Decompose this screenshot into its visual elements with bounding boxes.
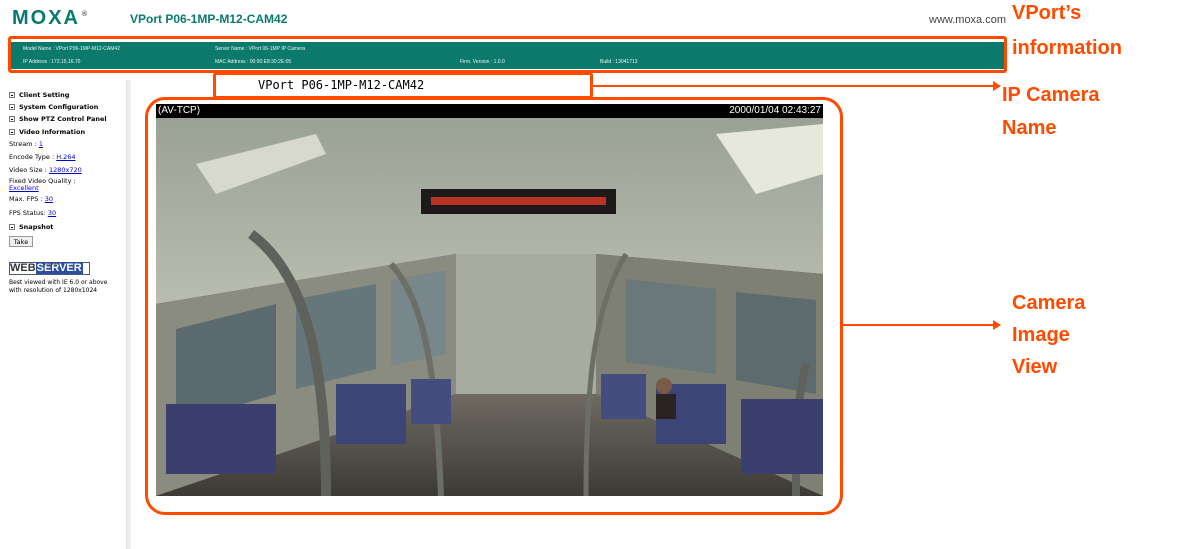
vport-info-highlight — [8, 36, 1007, 73]
camera-name-arrow-head — [993, 81, 1001, 91]
stream-link[interactable]: 1 — [39, 140, 43, 148]
encode-type-link[interactable]: H.264 — [56, 153, 75, 161]
video-size-info: Video Size : 1280x720 — [9, 166, 82, 174]
menu-video-information[interactable]: Video Information — [9, 128, 85, 136]
camera-view-highlight — [145, 97, 843, 515]
camera-name-arrow-line — [593, 85, 993, 87]
video-quality-info: Excellent — [9, 184, 39, 192]
fps-status-info: FPS Status: 30 — [9, 209, 57, 217]
collapse-icon — [9, 224, 15, 230]
moxa-website-link[interactable]: www.moxa.com — [929, 14, 1006, 26]
menu-label: Snapshot — [19, 223, 54, 231]
menu-label: Show PTZ Control Panel — [19, 115, 107, 123]
expand-icon — [9, 92, 15, 98]
expand-icon — [9, 116, 15, 122]
moxa-logo: MOXA ® — [12, 7, 87, 30]
menu-label: Client Setting — [19, 91, 70, 99]
page-title: VPort P06-1MP-M12-CAM42 — [130, 12, 288, 26]
camera-view-annotation: Camera Image View — [1012, 292, 1086, 378]
logo-mark: ® — [82, 11, 88, 19]
camera-name-highlight — [213, 72, 593, 99]
stream-info: Stream : 1 — [9, 140, 43, 148]
browser-recommendation: Best viewed with IE 6.0 or above with re… — [9, 279, 108, 294]
menu-label: System Configuration — [19, 103, 99, 111]
menu-label: Video Information — [19, 128, 86, 136]
ip-camera-name-annotation: IP Camera Name — [1002, 84, 1100, 139]
sidebar-divider — [126, 80, 131, 549]
logo-text: MOXA — [12, 7, 80, 29]
max-fps-link[interactable]: 30 — [45, 195, 53, 203]
menu-client-setting[interactable]: Client Setting — [9, 91, 69, 99]
goahead-webserver-logo: goahead WEBSERVER — [9, 261, 90, 275]
fps-status-link[interactable]: 30 — [48, 209, 56, 217]
expand-icon — [9, 104, 15, 110]
video-quality-link[interactable]: Excellent — [9, 184, 39, 192]
menu-show-ptz-control-panel[interactable]: Show PTZ Control Panel — [9, 115, 107, 123]
encode-type-info: Encode Type : H.264 — [9, 153, 76, 161]
video-size-link[interactable]: 1280x720 — [49, 166, 82, 174]
vport-info-annotation: VPort’s information — [1012, 2, 1122, 59]
camera-view-arrow-line — [843, 324, 993, 326]
max-fps-info: Max. FPS : 30 — [9, 195, 53, 203]
take-snapshot-button[interactable]: Take — [9, 236, 33, 247]
menu-system-configuration[interactable]: System Configuration — [9, 103, 98, 111]
menu-snapshot[interactable]: Snapshot — [9, 223, 53, 231]
collapse-icon — [9, 129, 15, 135]
camera-view-arrow-head — [993, 320, 1001, 330]
